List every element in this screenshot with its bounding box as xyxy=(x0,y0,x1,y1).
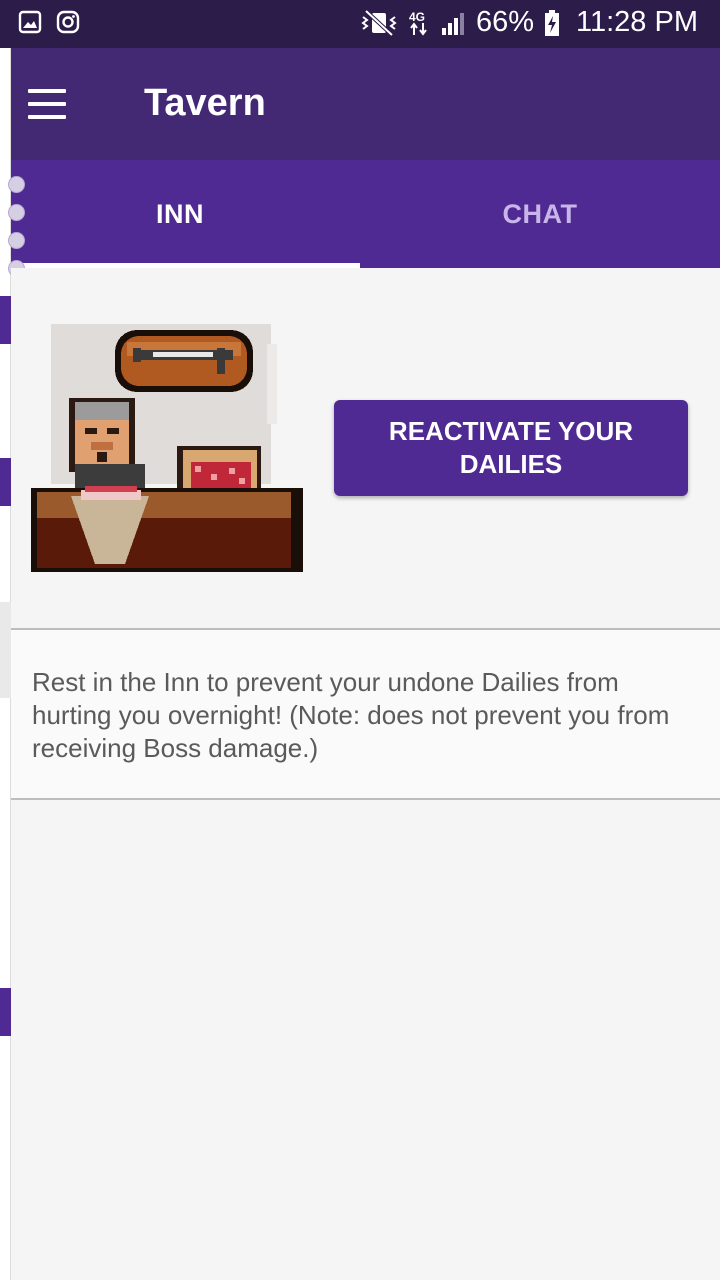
drag-handle-icon[interactable] xyxy=(8,176,25,277)
tab-inn[interactable]: INN xyxy=(0,160,360,268)
status-bar: 4G 66% 11:28 PM xyxy=(0,0,720,48)
tavern-innkeeper-illustration xyxy=(31,324,303,572)
tab-bar: INN CHAT xyxy=(0,160,720,268)
divider xyxy=(11,798,720,800)
gallery-icon xyxy=(18,10,42,34)
battery-percentage: 66% xyxy=(475,6,535,38)
hamburger-menu-icon[interactable] xyxy=(18,78,78,130)
reactivate-dailies-button[interactable]: REACTIVATE YOUR DAILIES xyxy=(334,400,688,496)
tab-chat[interactable]: CHAT xyxy=(360,160,720,268)
inn-description: Rest in the Inn to prevent your undone D… xyxy=(32,667,670,763)
battery-charging-icon xyxy=(545,9,560,36)
svg-text:4G: 4G xyxy=(409,10,425,24)
drawer-edge-mark xyxy=(0,296,11,344)
signal-icon xyxy=(441,12,464,35)
app-bar: Tavern xyxy=(0,48,720,160)
mute-vibrate-icon xyxy=(361,9,397,36)
inn-info-panel: Rest in the Inn to prevent your undone D… xyxy=(11,630,720,798)
drawer-edge-band xyxy=(0,602,11,698)
drawer-edge-mark xyxy=(0,458,11,506)
drawer-edge-mark xyxy=(0,988,11,1036)
page-title: Tavern xyxy=(144,82,266,124)
inn-content: REACTIVATE YOUR DAILIES Rest in the Inn … xyxy=(11,268,720,1280)
instagram-icon xyxy=(56,10,80,34)
network-4g-icon: 4G xyxy=(409,10,427,36)
clock: 11:28 PM xyxy=(576,6,698,38)
